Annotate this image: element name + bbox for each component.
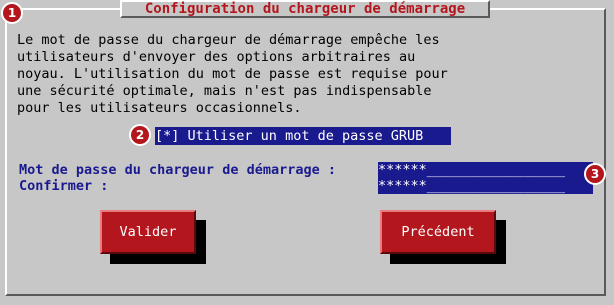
- back-button[interactable]: Précédent: [380, 210, 496, 254]
- confirm-label: Confirmer :: [19, 178, 109, 194]
- callout-badge-2: 2: [129, 124, 151, 146]
- checkbox-label: Utiliser un mot de passe GRUB: [187, 128, 424, 144]
- password-label: Mot de passe du chargeur de démarrage :: [19, 162, 336, 178]
- description-text: Le mot de passe du chargeur de démarrage…: [17, 32, 448, 116]
- back-button-wrap: Précédent: [380, 210, 506, 264]
- dialog-title: Configuration du chargeur de démarrage: [120, 0, 490, 18]
- grub-password-checkbox[interactable]: [*] Utiliser un mot de passe GRUB: [155, 127, 451, 145]
- ok-button-wrap: Valider: [100, 210, 206, 264]
- confirm-field[interactable]: ******_________________: [378, 178, 593, 194]
- checkbox-mark[interactable]: [*]: [155, 128, 179, 144]
- password-value: ******: [378, 162, 427, 178]
- confirm-value: ******: [378, 178, 427, 194]
- ok-button[interactable]: Valider: [100, 210, 196, 254]
- password-field[interactable]: ******_________________: [378, 162, 593, 178]
- callout-badge-1: 1: [1, 2, 23, 24]
- callout-badge-3: 3: [584, 163, 606, 185]
